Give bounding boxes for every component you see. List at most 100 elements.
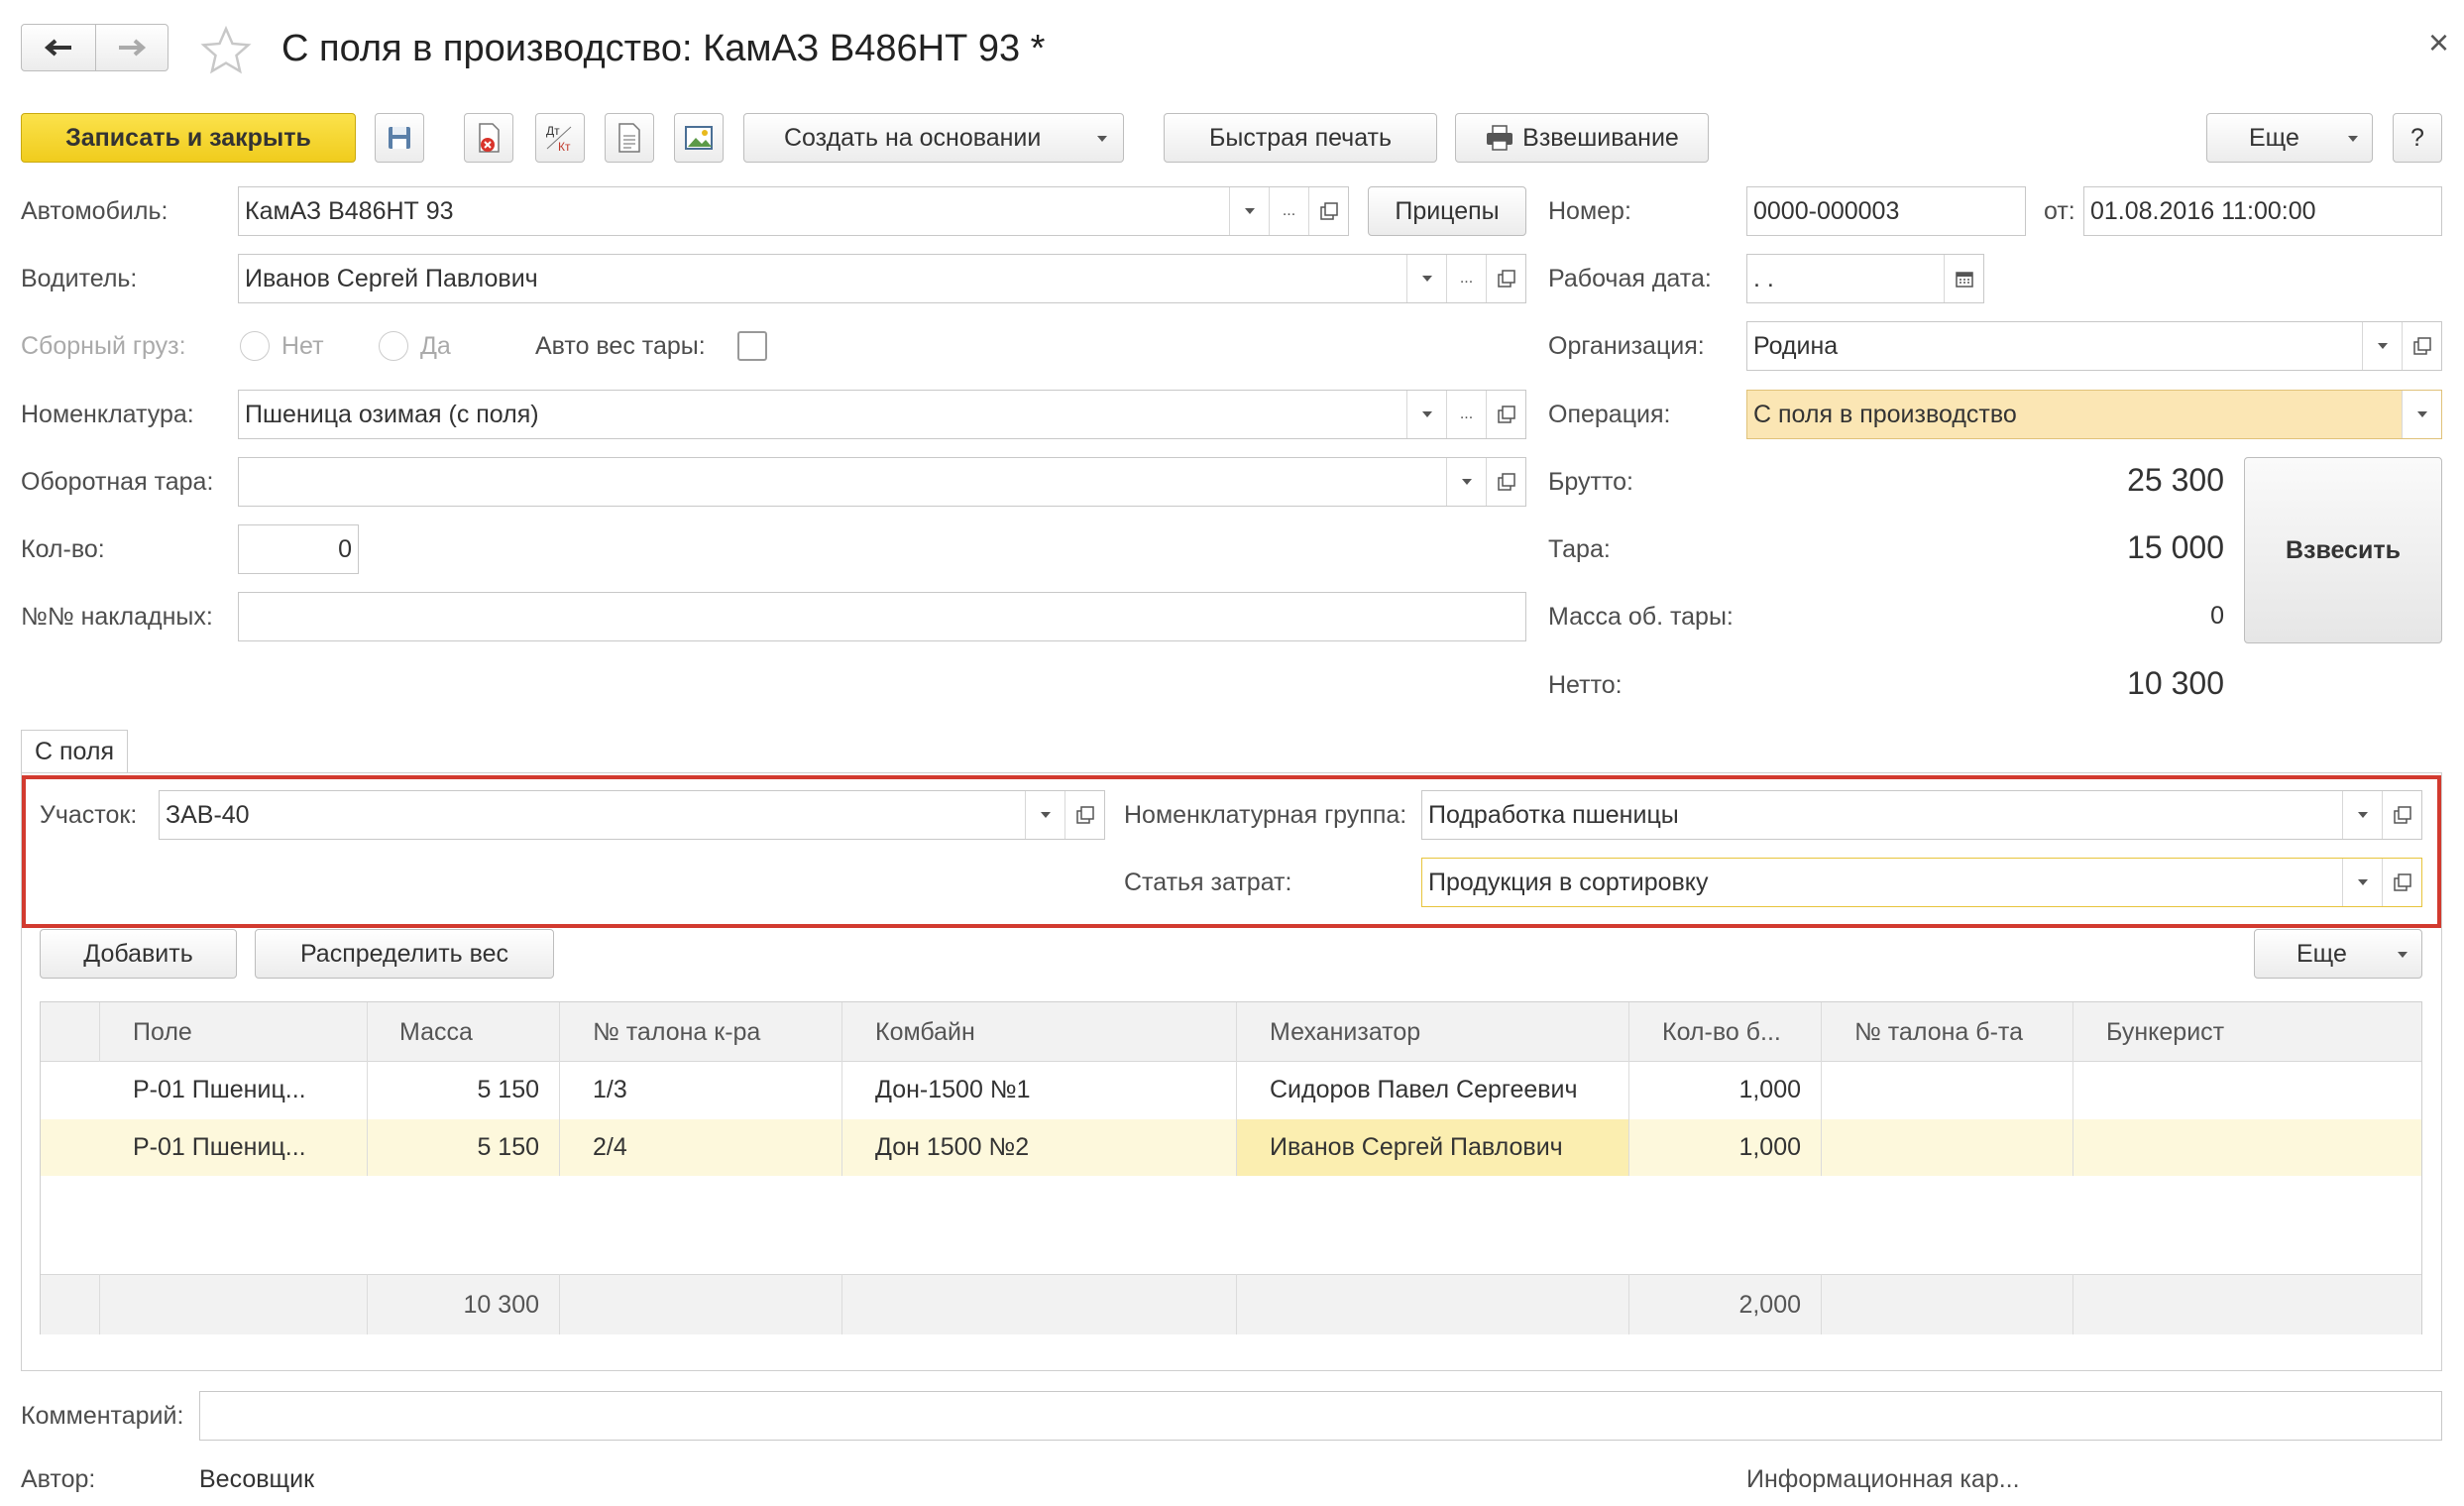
info-card-link[interactable]: Информационная кар... — [1746, 1464, 2020, 1494]
dt-kt-button[interactable]: Дт Кт — [535, 113, 585, 163]
operation-field[interactable]: С поля в производство — [1746, 390, 2442, 439]
document-delete-icon — [479, 123, 500, 153]
section-label: Участок: — [40, 801, 138, 829]
tare-container-open[interactable] — [1486, 458, 1525, 506]
car-dropdown[interactable] — [1229, 187, 1269, 235]
driver-field[interactable]: Иванов Сергей Павлович ... — [238, 254, 1526, 303]
distribute-weight-button[interactable]: Распределить вес — [255, 929, 554, 979]
window-title: С поля в производство: КамАЗ В486НТ 93 * — [281, 28, 1046, 69]
nomenclature-open[interactable] — [1486, 391, 1525, 438]
column-header-field[interactable]: Поле — [133, 1017, 192, 1047]
column-header-mass[interactable]: Масса — [399, 1017, 473, 1047]
qty-label: Кол-во: — [21, 535, 105, 563]
car-open[interactable] — [1308, 187, 1348, 235]
invoices-field[interactable] — [238, 592, 1526, 641]
number-field[interactable]: 0000-000003 — [1746, 186, 2026, 236]
weighing-button[interactable]: Взвешивание — [1455, 113, 1709, 163]
table-cell[interactable]: Р-01 Пшениц... — [133, 1075, 306, 1104]
col-divider — [1821, 1274, 1822, 1334]
weigh-button[interactable]: Взвесить — [2244, 457, 2442, 643]
nom-group-label: Номенклатурная группа: — [1124, 801, 1407, 829]
delete-doc-button[interactable] — [464, 113, 513, 163]
nomenclature-field[interactable]: Пшеница озимая (с поля) ... — [238, 390, 1526, 439]
cost-dropdown[interactable] — [2342, 859, 2382, 906]
save-close-button[interactable]: Записать и закрыть — [21, 113, 356, 163]
calendar-button[interactable] — [1944, 255, 1983, 302]
column-header-operator[interactable]: Механизатор — [1270, 1017, 1420, 1047]
table-more-button[interactable]: Еще — [2254, 929, 2422, 979]
car-select[interactable]: ... — [1269, 187, 1308, 235]
table-cell[interactable]: Иванов Сергей Павлович — [1270, 1132, 1563, 1162]
radio-yes[interactable] — [379, 331, 408, 361]
table-cell[interactable]: Р-01 Пшениц... — [133, 1132, 306, 1162]
tare-container-dropdown[interactable] — [1446, 458, 1486, 506]
save-button[interactable] — [375, 113, 424, 163]
driver-dropdown[interactable] — [1406, 255, 1446, 302]
operation-label: Операция: — [1548, 401, 1671, 428]
cost-field[interactable]: Продукция в сортировку — [1421, 858, 2422, 907]
section-field[interactable]: ЗАВ-40 — [159, 790, 1105, 840]
add-row-button[interactable]: Добавить — [40, 929, 237, 979]
section-open[interactable] — [1064, 791, 1104, 839]
org-field[interactable]: Родина — [1746, 321, 2442, 371]
table-cell[interactable]: 1/3 — [593, 1075, 627, 1104]
workdate-field[interactable]: . . — [1746, 254, 1984, 303]
nom-group-dropdown[interactable] — [2342, 791, 2382, 839]
open-window-icon — [1497, 270, 1515, 288]
table-cell[interactable]: 2/4 — [593, 1132, 627, 1162]
driver-select[interactable]: ... — [1446, 255, 1486, 302]
table-cell[interactable]: Дон-1500 №1 — [875, 1075, 1031, 1104]
car-value: КамАЗ В486НТ 93 — [245, 196, 454, 225]
quick-print-button[interactable]: Быстрая печать — [1164, 113, 1437, 163]
report-button[interactable] — [605, 113, 654, 163]
radio-no[interactable] — [240, 331, 270, 361]
org-dropdown[interactable] — [2362, 322, 2402, 370]
svg-text:Дт: Дт — [546, 124, 560, 138]
nom-group-field[interactable]: Подработка пшеницы — [1421, 790, 2422, 840]
column-header-bunker-count[interactable]: Кол-во б... — [1662, 1017, 1781, 1047]
org-open[interactable] — [2402, 322, 2441, 370]
create-based-button[interactable]: Создать на основании — [743, 113, 1124, 163]
number-label: Номер: — [1548, 197, 1631, 225]
open-window-icon — [1319, 202, 1338, 220]
table-cell[interactable]: 1,000 — [1628, 1132, 1801, 1162]
trailers-button[interactable]: Прицепы — [1368, 186, 1526, 236]
chevron-down-icon — [2357, 812, 2368, 818]
open-window-icon — [2393, 806, 2411, 824]
table-cell[interactable]: 5 150 — [367, 1132, 539, 1162]
col-divider — [2072, 1002, 2073, 1176]
back-button[interactable] — [21, 24, 96, 71]
operation-dropdown[interactable] — [2402, 391, 2441, 438]
cost-open[interactable] — [2382, 859, 2421, 906]
driver-open[interactable] — [1486, 255, 1525, 302]
tare-container-field[interactable] — [238, 457, 1526, 507]
column-header-bunker-ticket[interactable]: № талона б-та — [1854, 1017, 2023, 1047]
tab-from-field[interactable]: С поля — [21, 730, 128, 773]
image-button[interactable] — [674, 113, 724, 163]
auto-tare-checkbox[interactable] — [737, 331, 767, 361]
nom-group-open[interactable] — [2382, 791, 2421, 839]
comment-field[interactable] — [199, 1391, 2442, 1441]
tare-mass-value: 0 — [2210, 602, 2224, 630]
section-dropdown[interactable] — [1025, 791, 1064, 839]
column-header-bunker-worker[interactable]: Бункерист — [2106, 1017, 2224, 1047]
col-divider — [1236, 1002, 1237, 1176]
nomenclature-dropdown[interactable] — [1406, 391, 1446, 438]
table-cell[interactable]: Дон 1500 №2 — [875, 1132, 1029, 1162]
column-header-combiner-ticket[interactable]: № талона к-ра — [593, 1017, 760, 1047]
favorite-star-icon[interactable] — [200, 26, 252, 75]
nomenclature-select[interactable]: ... — [1446, 391, 1486, 438]
forward-button[interactable] — [95, 24, 168, 71]
qty-field[interactable]: 0 — [238, 524, 359, 574]
org-value: Родина — [1753, 331, 1839, 360]
table-cell[interactable]: 1,000 — [1628, 1075, 1801, 1104]
more-button[interactable]: Еще — [2206, 113, 2373, 163]
column-header-combine[interactable]: Комбайн — [875, 1017, 975, 1047]
close-icon[interactable]: × — [2428, 22, 2449, 63]
table-cell[interactable]: 5 150 — [367, 1075, 539, 1104]
help-button[interactable]: ? — [2393, 113, 2442, 163]
date-field[interactable]: 01.08.2016 11:00:00 — [2083, 186, 2442, 236]
author-value: Весовщик — [199, 1465, 315, 1493]
table-cell[interactable]: Сидоров Павел Сергеевич — [1270, 1075, 1578, 1104]
car-field[interactable]: КамАЗ В486НТ 93 ... — [238, 186, 1349, 236]
